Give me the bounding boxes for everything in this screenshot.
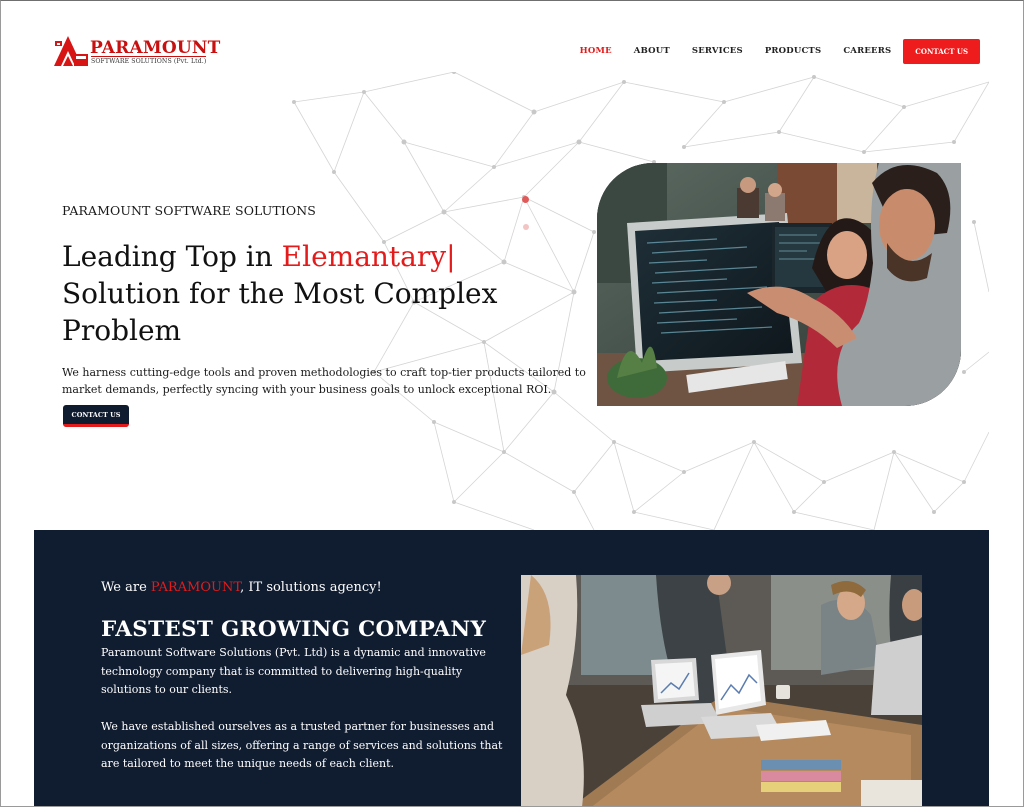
logo-triangle-icon [54, 36, 88, 66]
nav-services[interactable]: SERVICES [692, 46, 743, 56]
brand-name: PARAMOUNT [90, 38, 221, 58]
about-section: We are PARAMOUNT, IT solutions agency! F… [34, 530, 989, 807]
brand-tagline: SOFTWARE SOLUTIONS (Pvt. Ltd.) [91, 56, 207, 65]
site-header: PARAMOUNT SOFTWARE SOLUTIONS (Pvt. Ltd.)… [0, 0, 1024, 74]
hero-title-prefix: Leading Top in [62, 240, 282, 273]
decor-dot-red [522, 196, 529, 203]
team-meeting-photo-icon [521, 575, 922, 807]
nav-careers[interactable]: CAREERS [843, 46, 891, 56]
brand-logo[interactable]: PARAMOUNT SOFTWARE SOLUTIONS (Pvt. Ltd.) [52, 33, 222, 69]
hero-section: PARAMOUNT SOFTWARE SOLUTIONS Leading Top… [34, 72, 989, 530]
about-title: FASTEST GROWING COMPANY [101, 617, 487, 642]
hero-description: We harness cutting-edge tools and proven… [62, 366, 586, 396]
nav-products[interactable]: PRODUCTS [765, 46, 821, 56]
about-photo [521, 575, 922, 807]
about-kicker: We are PARAMOUNT, IT solutions agency! [101, 580, 382, 595]
main-nav: HOME ABOUT SERVICES PRODUCTS CAREERS CON… [558, 38, 980, 64]
hero-title-highlight: Elemantary| [281, 240, 456, 273]
hero-title-rest: Solution for the Most Complex Problem [62, 277, 498, 347]
hero-contact-button[interactable]: CONTACT US [63, 405, 129, 427]
nav-about[interactable]: ABOUT [634, 46, 670, 56]
developers-at-computers-photo-icon [597, 163, 961, 406]
hero-kicker: PARAMOUNT SOFTWARE SOLUTIONS [62, 203, 316, 218]
hero-title: Leading Top in Elemantary| Solution for … [62, 238, 532, 349]
decor-dot-pink [523, 224, 529, 230]
hero-photo [597, 163, 961, 406]
about-kicker-suffix: , IT solutions agency! [240, 580, 382, 595]
about-paragraph-1: Paramount Software Solutions (Pvt. Ltd) … [101, 646, 486, 696]
about-kicker-prefix: We are [101, 580, 151, 595]
about-paragraph-2: We have established ourselves as a trust… [101, 720, 503, 770]
nav-home[interactable]: HOME [580, 46, 612, 56]
about-kicker-brand: PARAMOUNT [150, 580, 241, 595]
header-contact-button[interactable]: CONTACT US [903, 38, 980, 64]
